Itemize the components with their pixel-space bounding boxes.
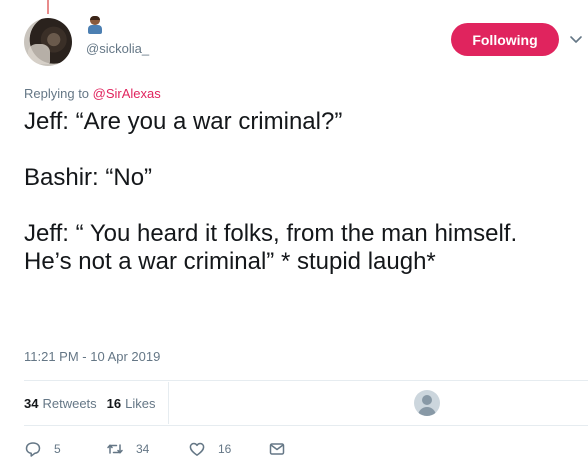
replying-to-prefix: Replying to — [24, 86, 93, 101]
following-button[interactable]: Following — [451, 23, 559, 56]
tweet-text: Jeff: “Are you a war criminal?” Bashir: … — [24, 108, 518, 275]
dm-action[interactable] — [268, 440, 286, 458]
thread-connector-line — [47, 0, 49, 14]
likes-label: Likes — [125, 396, 156, 411]
divider — [24, 425, 588, 426]
avatar[interactable] — [24, 18, 72, 66]
chevron-down-icon[interactable] — [569, 32, 583, 46]
retweet-action[interactable]: 34 — [106, 440, 149, 458]
user-handle[interactable]: @sickolia_ — [86, 41, 149, 56]
envelope-icon — [269, 443, 285, 455]
like-count: 16 — [218, 442, 232, 456]
stats-separator — [168, 382, 169, 424]
reply-mention-link[interactable]: @SirAlexas — [93, 86, 161, 101]
likes-stat[interactable]: 16 Likes — [107, 396, 156, 411]
tweet-timestamp[interactable]: 11:21 PM - 10 Apr 2019 — [24, 349, 160, 364]
retweet-count: 34 — [136, 442, 150, 456]
person-emoji-icon — [88, 16, 102, 36]
reply-icon — [25, 442, 41, 457]
liker-avatar[interactable] — [414, 390, 440, 416]
tweet-header: @sickolia_ Following — [24, 16, 588, 68]
like-action[interactable]: 16 — [188, 440, 231, 458]
heart-icon — [189, 442, 205, 456]
retweets-stat[interactable]: 34 Retweets — [24, 396, 97, 411]
retweets-label: Retweets — [42, 396, 97, 411]
divider — [24, 380, 588, 381]
replying-to: Replying to @SirAlexas — [24, 86, 161, 101]
reply-action[interactable]: 5 — [24, 440, 61, 458]
reply-count: 5 — [54, 442, 61, 456]
retweet-icon — [107, 444, 123, 454]
tweet-stats: 34 Retweets 16 Likes — [24, 396, 156, 411]
retweets-count: 34 — [24, 396, 39, 411]
likes-count: 16 — [106, 396, 122, 411]
